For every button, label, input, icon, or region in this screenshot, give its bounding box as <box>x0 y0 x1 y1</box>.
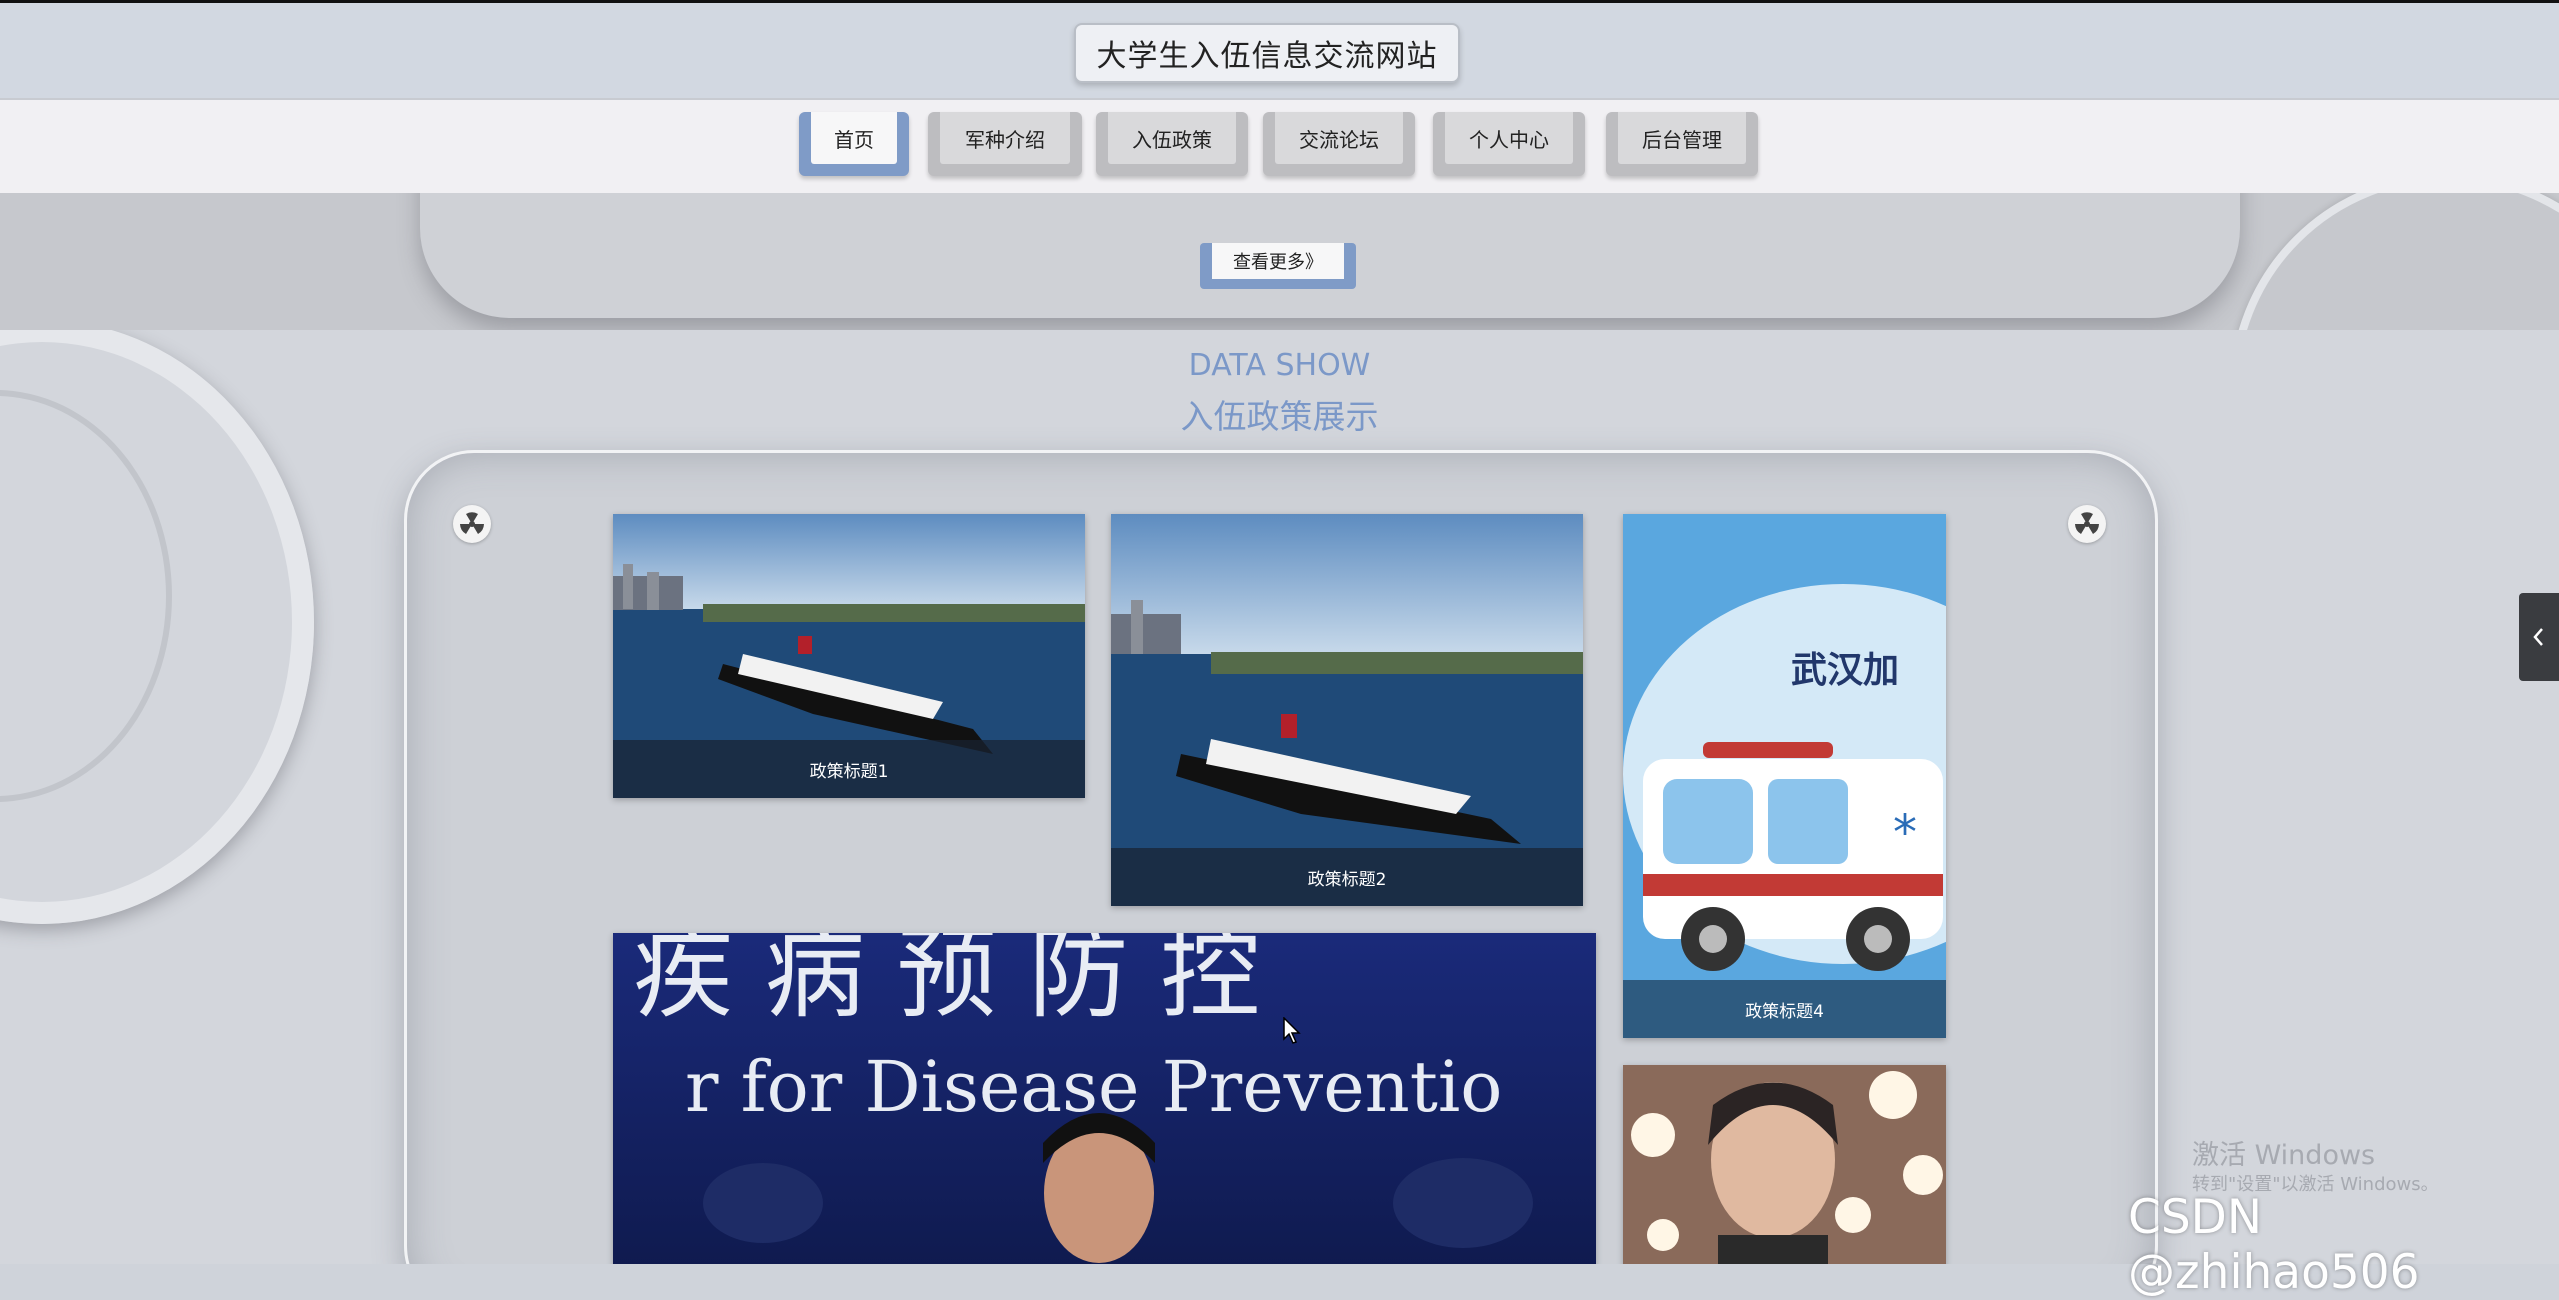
card-caption: 政策标题4 <box>1623 980 1946 1038</box>
policy-card-3[interactable]: 疾 病 预 防 控 r for Disease Preventio <box>613 933 1596 1264</box>
nav-item-label: 个人中心 <box>1445 112 1573 164</box>
mouse-cursor-icon <box>1283 1017 1301 1044</box>
card-caption: 政策标题2 <box>1111 848 1583 906</box>
portrait-image <box>1623 1065 1946 1264</box>
nav-item-military-branches[interactable]: 军种介绍 <box>928 112 1082 176</box>
site-title: 大学生入伍信息交流网站 <box>1074 23 1460 83</box>
site-header: 大学生入伍信息交流网站 <box>0 3 2559 98</box>
policy-card-4[interactable]: 武汉加 * 政策标题4 <box>1623 514 1946 1038</box>
svg-text:*: * <box>1893 805 1917 861</box>
ambulance-image: 武汉加 * <box>1623 514 1946 1038</box>
nav-item-forum[interactable]: 交流论坛 <box>1263 112 1415 176</box>
nav-item-enlistment-policy[interactable]: 入伍政策 <box>1096 112 1248 176</box>
banner-ring-decoration <box>2230 193 2559 330</box>
photo-text: 武汉加 <box>1791 650 1899 691</box>
nav-item-label: 首页 <box>811 112 897 164</box>
chevron-left-icon <box>2533 628 2543 646</box>
side-drawer-toggle[interactable] <box>2519 593 2559 681</box>
section-title-en: DATA SHOW <box>1188 348 1371 383</box>
main-navigation: 首页 军种介绍 入伍政策 交流论坛 个人中心 后台管理 <box>0 98 2559 195</box>
photo-text: 疾 病 预 防 控 <box>633 933 1260 1032</box>
data-show-section: DATA SHOW 入伍政策展示 政策标题1 政策标题2 武汉加 * 政策标题4… <box>0 330 2559 1264</box>
nav-item-admin[interactable]: 后台管理 <box>1606 112 1758 176</box>
policy-card-1[interactable]: 政策标题1 <box>613 514 1085 798</box>
banner-area: 查看更多》 <box>0 193 2559 330</box>
nav-item-label: 入伍政策 <box>1108 112 1236 164</box>
policy-card-5[interactable] <box>1623 1065 1946 1264</box>
windows-activation-title: 激活 Windows <box>2192 1140 2376 1171</box>
view-more-button[interactable]: 查看更多》 <box>1200 243 1356 289</box>
section-title-cn: 入伍政策展示 <box>1180 397 1379 436</box>
nav-item-label: 军种介绍 <box>940 112 1070 164</box>
nav-item-label: 交流论坛 <box>1275 112 1403 164</box>
view-more-label: 查看更多》 <box>1212 243 1344 279</box>
policy-card-2[interactable]: 政策标题2 <box>1111 514 1583 906</box>
nav-item-label: 后台管理 <box>1618 112 1746 164</box>
nav-item-personal-center[interactable]: 个人中心 <box>1433 112 1585 176</box>
radiation-icon <box>2068 505 2106 543</box>
radiation-icon <box>453 505 491 543</box>
csdn-watermark: CSDN @zhihao506 <box>2128 1190 2420 1300</box>
nav-item-home[interactable]: 首页 <box>799 112 909 176</box>
card-caption: 政策标题1 <box>613 740 1085 798</box>
press-conference-image: 疾 病 预 防 控 r for Disease Preventio <box>613 933 1596 1264</box>
